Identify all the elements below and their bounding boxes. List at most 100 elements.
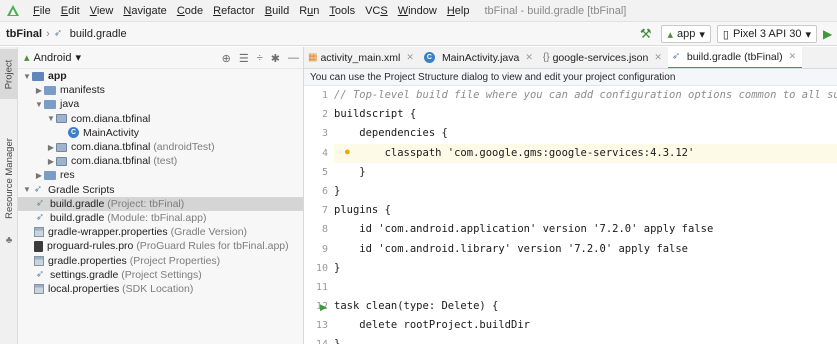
- run-configuration-label: app: [677, 28, 696, 40]
- tree-item-gradle-scripts[interactable]: ▼ ➶ Gradle Scripts: [18, 183, 303, 197]
- chevron-down-icon[interactable]: ▼: [22, 72, 32, 81]
- lightbulb-intention-icon[interactable]: ●: [344, 146, 351, 158]
- code-line[interactable]: [334, 278, 837, 297]
- tree-item-note: (Gradle Version): [170, 226, 248, 239]
- menu-code[interactable]: Code: [172, 0, 208, 22]
- line-number: 13: [315, 320, 328, 332]
- close-icon[interactable]: ✕: [789, 51, 797, 62]
- code-line[interactable]: id 'com.android.library' version '7.2.0'…: [334, 240, 837, 259]
- resource-manager-tab-label: Resource Manager: [3, 137, 15, 219]
- code-line[interactable]: delete rootProject.buildDir: [334, 316, 837, 335]
- code-line[interactable]: // Top-level build file where you can ad…: [334, 86, 837, 105]
- line-number: 7: [321, 205, 328, 217]
- line-number: 3: [321, 128, 328, 140]
- tab-build-gradle[interactable]: ➶ build.gradle (tbFinal) ✕: [667, 47, 803, 68]
- close-icon[interactable]: ✕: [525, 52, 533, 63]
- chevron-down-icon[interactable]: ▼: [34, 100, 44, 109]
- menu-view[interactable]: View: [85, 0, 119, 22]
- tree-item-manifests[interactable]: ▶ manifests: [18, 83, 303, 97]
- code-line[interactable]: buildscript {: [334, 105, 837, 124]
- tree-item-note: (androidTest): [153, 141, 215, 154]
- menu-edit[interactable]: Edit: [56, 0, 85, 22]
- code-line[interactable]: classpath 'com.google.gms:google-service…: [334, 143, 837, 163]
- menu-build[interactable]: Build: [260, 0, 294, 22]
- tree-item-note: (test): [153, 155, 178, 168]
- chevron-right-icon[interactable]: ▶: [46, 143, 56, 152]
- code-line[interactable]: }: [334, 182, 837, 201]
- structure-tool-icon[interactable]: ♣: [0, 233, 18, 247]
- menu-help[interactable]: Help: [442, 0, 475, 22]
- menu-run[interactable]: Run: [294, 0, 324, 22]
- close-icon[interactable]: ✕: [654, 52, 662, 63]
- chevron-down-icon[interactable]: ▼: [46, 114, 56, 123]
- menu-file[interactable]: File: [28, 0, 56, 22]
- tree-item-label: gradle.properties: [48, 254, 127, 267]
- tree-item-app[interactable]: ▼ app: [18, 69, 303, 83]
- phone-device-icon: ▯: [722, 28, 729, 41]
- menu-bar: File Edit View Navigate Code Refactor Bu…: [0, 0, 837, 22]
- gradle-icon: ➶: [671, 51, 681, 62]
- tab-google-services-json[interactable]: {} google-services.json ✕: [539, 47, 668, 68]
- chevron-right-icon[interactable]: ▶: [34, 171, 44, 180]
- breadcrumb-project[interactable]: tbFinal: [6, 28, 42, 40]
- resource-manager-tool-tab[interactable]: Resource Manager: [0, 123, 18, 233]
- tree-item-gradle-wrapper[interactable]: gradle-wrapper.properties (Gradle Versio…: [18, 225, 303, 239]
- code-line[interactable]: }: [334, 259, 837, 278]
- tree-item-package-androidtest[interactable]: ▶ com.diana.tbfinal (androidTest): [18, 140, 303, 154]
- chevron-right-icon[interactable]: ▶: [46, 157, 56, 166]
- menu-navigate[interactable]: Navigate: [118, 0, 171, 22]
- chevron-down-icon[interactable]: ▼: [22, 185, 32, 194]
- run-play-icon[interactable]: ▶: [823, 27, 837, 41]
- expand-all-icon[interactable]: ☰: [239, 52, 249, 65]
- tree-item-package-test[interactable]: ▶ com.diana.tbfinal (test): [18, 154, 303, 168]
- code-line[interactable]: plugins {: [334, 201, 837, 220]
- run-configuration-select[interactable]: ▴ app ▾: [661, 25, 711, 43]
- run-gutter-icon[interactable]: ▶: [320, 302, 327, 313]
- device-select[interactable]: ▯ Pixel 3 API 30 ▾: [716, 25, 817, 43]
- collapse-all-icon[interactable]: ÷: [257, 52, 263, 64]
- code-lines[interactable]: // Top-level build file where you can ad…: [334, 86, 837, 344]
- code-line[interactable]: }: [334, 335, 837, 344]
- code-line[interactable]: dependencies {: [334, 124, 837, 143]
- tree-item-java[interactable]: ▼ java: [18, 97, 303, 111]
- code-line[interactable]: task clean(type: Delete) {: [334, 297, 837, 316]
- hide-panel-icon[interactable]: —: [288, 52, 299, 64]
- code-editor[interactable]: 1 2 3 4 5 6 7 8 9 10 11 12 13 14 // Top-…: [304, 86, 837, 344]
- menu-window[interactable]: Window: [393, 0, 442, 22]
- breadcrumb-file[interactable]: ➶ build.gradle: [54, 28, 127, 40]
- tree-item-build-gradle-project[interactable]: ➶ build.gradle (Project: tbFinal): [18, 196, 303, 211]
- make-project-hammer-icon[interactable]: ⚒: [640, 26, 652, 42]
- tree-item-label: res: [60, 169, 75, 182]
- project-tool-tab[interactable]: Project: [0, 49, 18, 99]
- code-line[interactable]: id 'com.android.application' version '7.…: [334, 220, 837, 239]
- folder-icon: [44, 99, 56, 109]
- tree-item-settings-gradle[interactable]: ➶ settings.gradle (Project Settings): [18, 268, 303, 282]
- tree-item-note: (Module: tbFinal.app): [107, 211, 207, 224]
- tree-item-local-properties[interactable]: local.properties (SDK Location): [18, 282, 303, 296]
- tree-item-note: (ProGuard Rules for tbFinal.app): [136, 240, 289, 253]
- tree-item-mainactivity[interactable]: C MainActivity: [18, 126, 303, 140]
- project-view-select[interactable]: ▴ Android ▾: [24, 51, 81, 65]
- tab-mainactivity-java[interactable]: C MainActivity.java ✕: [420, 47, 539, 68]
- gradle-icon: ➶: [53, 28, 63, 39]
- line-number: 11: [315, 281, 328, 293]
- tree-item-gradle-properties[interactable]: gradle.properties (Project Properties): [18, 253, 303, 267]
- line-number: 14: [304, 335, 332, 344]
- properties-file-icon: [34, 255, 44, 266]
- gear-icon[interactable]: ✱: [271, 52, 280, 65]
- tree-item-res[interactable]: ▶ res: [18, 168, 303, 182]
- android-app-icon: ▴: [667, 28, 674, 41]
- close-icon[interactable]: ✕: [406, 52, 414, 63]
- code-line[interactable]: }: [334, 163, 837, 182]
- tab-activity-main-xml[interactable]: ▦ activity_main.xml ✕: [304, 47, 420, 68]
- tree-item-build-gradle-module[interactable]: ➶ build.gradle (Module: tbFinal.app): [18, 211, 303, 225]
- tree-item-package-main[interactable]: ▼ com.diana.tbfinal: [18, 112, 303, 126]
- layout-xml-icon: ▦: [308, 52, 318, 63]
- menu-refactor[interactable]: Refactor: [208, 0, 260, 22]
- locate-file-icon[interactable]: ⊕: [222, 52, 231, 65]
- chevron-right-icon[interactable]: ▶: [34, 86, 44, 95]
- menu-vcs[interactable]: VCS: [360, 0, 393, 22]
- menu-tools[interactable]: Tools: [324, 0, 360, 22]
- tree-item-proguard[interactable]: proguard-rules.pro (ProGuard Rules for t…: [18, 239, 303, 253]
- properties-file-icon: [34, 283, 44, 294]
